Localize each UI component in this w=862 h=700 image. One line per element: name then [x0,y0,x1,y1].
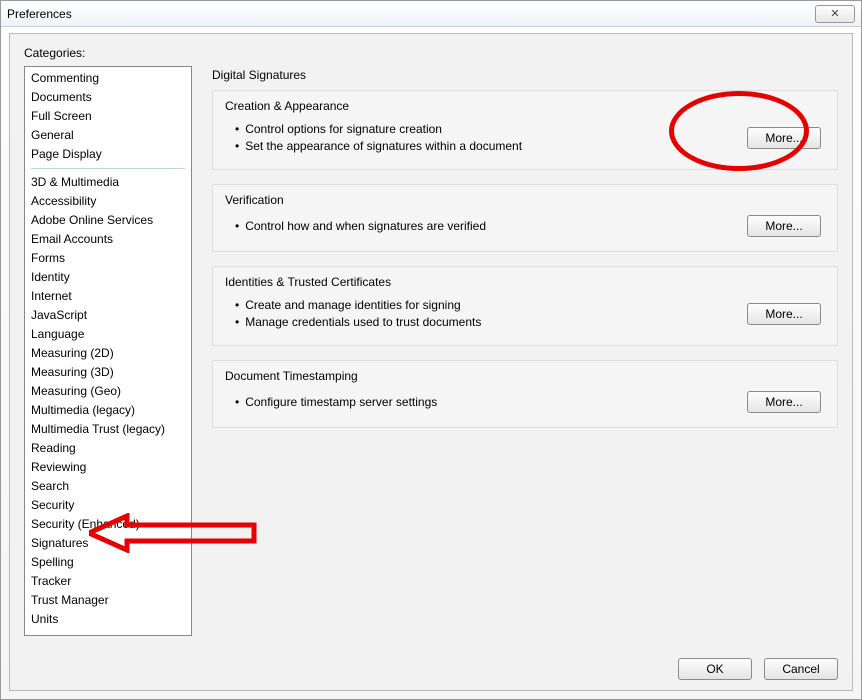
pane-title: Digital Signatures [212,68,838,82]
category-item[interactable]: JavaScript [25,306,191,325]
category-item[interactable]: Forms [25,249,191,268]
category-item[interactable]: Security (Enhanced) [25,515,191,534]
more-button-creation[interactable]: More... [747,127,821,149]
more-button-timestamping[interactable]: More... [747,391,821,413]
category-item[interactable]: Reading [25,439,191,458]
category-item[interactable]: Units [25,610,191,629]
category-item[interactable]: Identity [25,268,191,287]
category-item[interactable]: Email Accounts [25,230,191,249]
group-bullets: Control how and when signatures are veri… [225,218,735,235]
category-item[interactable]: Trust Manager [25,591,191,610]
category-item[interactable]: Multimedia (legacy) [25,401,191,420]
bullet-item: Control how and when signatures are veri… [235,218,735,235]
category-item[interactable]: Internet [25,287,191,306]
category-item[interactable]: Security [25,496,191,515]
group-bullets: Create and manage identities for signing… [225,297,735,331]
category-item[interactable]: Commenting [25,69,191,88]
category-item[interactable]: 3D & Multimedia [25,173,191,192]
category-separator [31,168,185,169]
category-item[interactable]: Tracker [25,572,191,591]
categories-label: Categories: [24,46,838,60]
group-verification: Verification Control how and when signat… [212,184,838,252]
window-title: Preferences [7,7,72,21]
group-identities: Identities & Trusted Certificates Create… [212,266,838,346]
category-item[interactable]: Documents [25,88,191,107]
ok-button[interactable]: OK [678,658,752,680]
category-item[interactable]: Language [25,325,191,344]
bullet-item: Control options for signature creation [235,121,735,138]
category-item-signatures[interactable]: Signatures [25,534,191,553]
more-button-verification[interactable]: More... [747,215,821,237]
dialog-body: Categories: Commenting Documents Full Sc… [9,33,853,691]
category-item[interactable]: Spelling [25,553,191,572]
category-item[interactable]: Measuring (Geo) [25,382,191,401]
group-title: Identities & Trusted Certificates [225,275,825,289]
more-button-identities[interactable]: More... [747,303,821,325]
group-bullets: Control options for signature creation S… [225,121,735,155]
category-item[interactable]: Multimedia Trust (legacy) [25,420,191,439]
preferences-window: Preferences ✕ Categories: Commenting Doc… [0,0,862,700]
group-bullets: Configure timestamp server settings [225,394,735,411]
bullet-item: Set the appearance of signatures within … [235,138,735,155]
category-item[interactable]: Full Screen [25,107,191,126]
category-item[interactable]: Search [25,477,191,496]
settings-pane: Digital Signatures Creation & Appearance… [212,66,838,638]
bullet-item: Configure timestamp server settings [235,394,735,411]
bullet-item: Create and manage identities for signing [235,297,735,314]
bullet-item: Manage credentials used to trust documen… [235,314,735,331]
group-title: Creation & Appearance [225,99,825,113]
category-item[interactable]: Accessibility [25,192,191,211]
category-item[interactable]: Reviewing [25,458,191,477]
group-title: Verification [225,193,825,207]
close-button[interactable]: ✕ [815,5,855,23]
category-item[interactable]: General [25,126,191,145]
close-icon: ✕ [830,7,839,20]
category-item[interactable]: Measuring (3D) [25,363,191,382]
cancel-button[interactable]: Cancel [764,658,838,680]
categories-list[interactable]: Commenting Documents Full Screen General… [24,66,192,636]
category-item[interactable]: Page Display [25,145,191,164]
group-title: Document Timestamping [225,369,825,383]
titlebar: Preferences ✕ [1,1,861,27]
category-item[interactable]: Measuring (2D) [25,344,191,363]
dialog-footer: OK Cancel [678,658,838,680]
group-creation-appearance: Creation & Appearance Control options fo… [212,90,838,170]
group-timestamping: Document Timestamping Configure timestam… [212,360,838,428]
category-item[interactable]: Adobe Online Services [25,211,191,230]
